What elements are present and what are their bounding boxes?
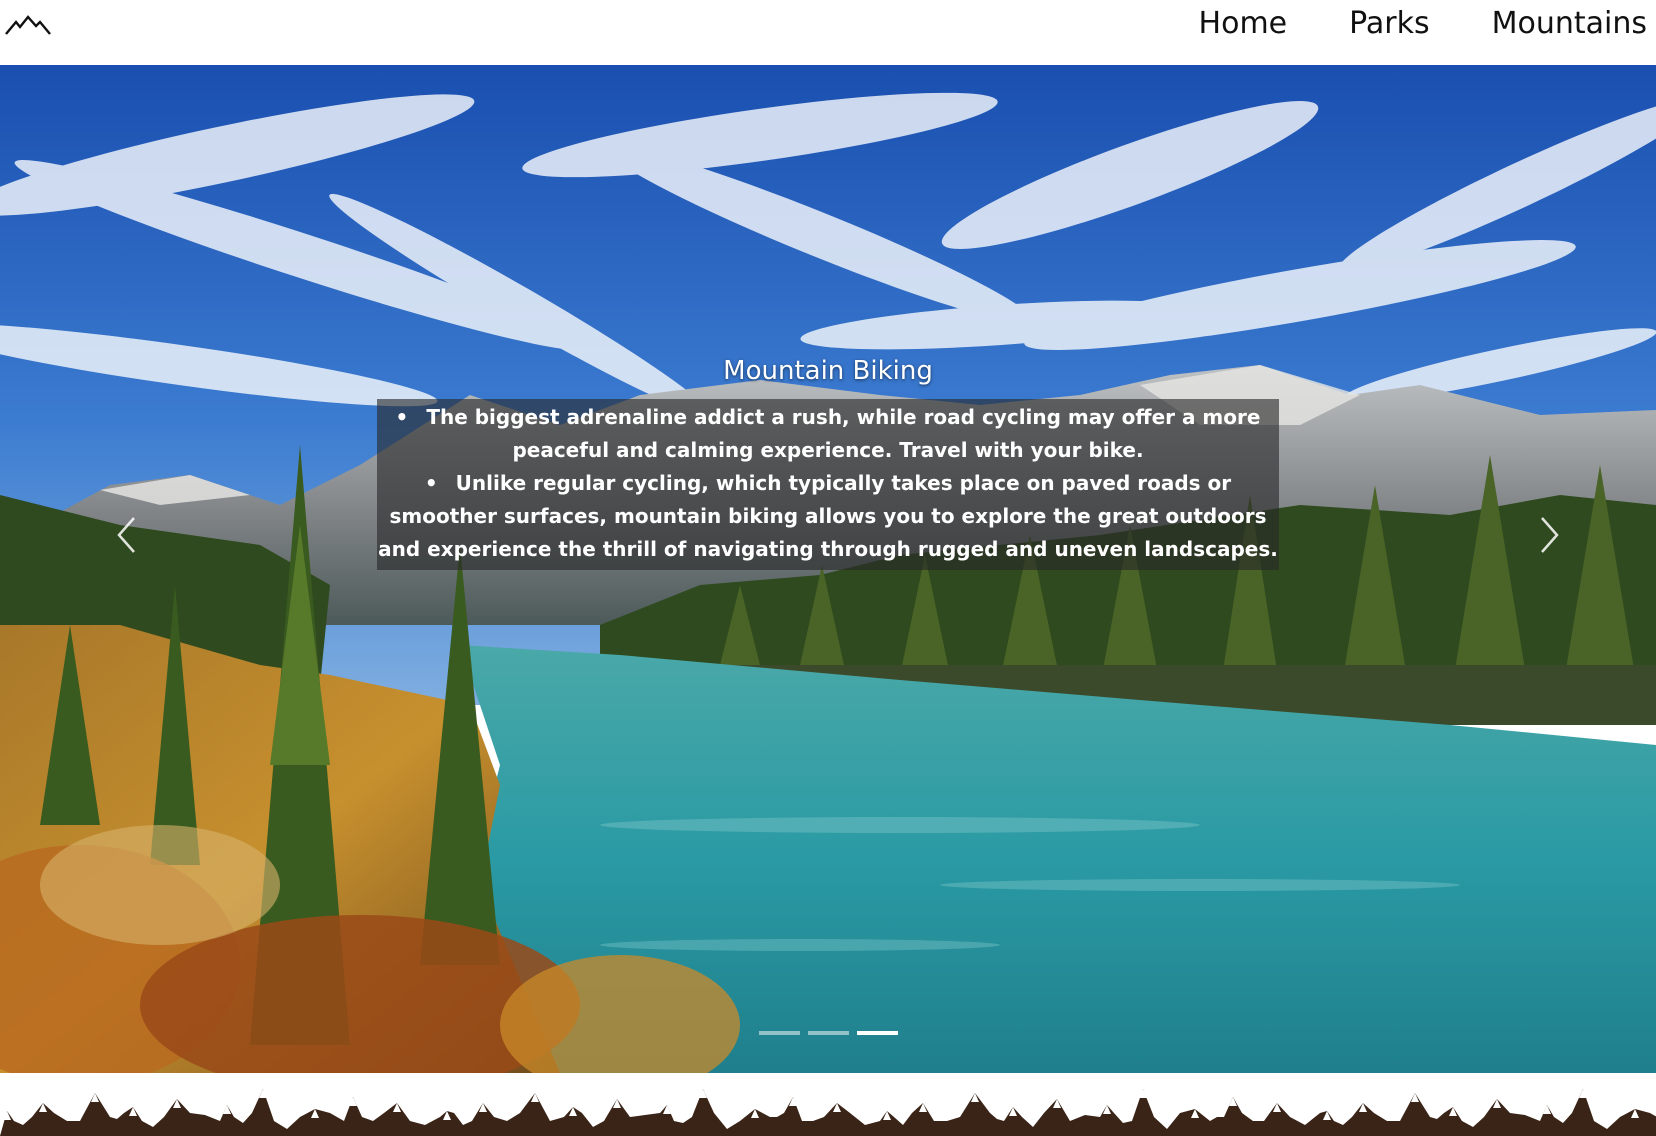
carousel-caption-list: The biggest adrenaline addict a rush, wh…	[377, 401, 1279, 566]
caption-bullet-1: The biggest adrenaline addict a rush, wh…	[377, 401, 1279, 467]
carousel-indicator-2[interactable]	[807, 1031, 849, 1035]
nav-link-home[interactable]: Home	[1199, 0, 1309, 48]
caption-bullet-2: Unlike regular cycling, which typically …	[377, 467, 1279, 566]
carousel-next-button[interactable]	[1520, 505, 1580, 565]
navbar: Home Parks Mountains	[0, 0, 1656, 65]
mountain-logo-icon[interactable]	[4, 14, 52, 38]
hero-carousel: Mountain Biking The biggest adrenaline a…	[0, 65, 1656, 1073]
nav-links: Home Parks Mountains	[1199, 0, 1656, 48]
chevron-right-icon	[1541, 517, 1559, 553]
carousel-caption-box: The biggest adrenaline addict a rush, wh…	[377, 399, 1279, 570]
chevron-left-icon	[117, 517, 135, 553]
carousel-indicators	[0, 1031, 1656, 1035]
carousel-indicator-1[interactable]	[758, 1031, 800, 1035]
nav-link-parks[interactable]: Parks	[1308, 0, 1450, 48]
carousel-prev-button[interactable]	[96, 505, 156, 565]
carousel-caption-title: Mountain Biking	[723, 356, 933, 386]
nav-link-mountains[interactable]: Mountains	[1451, 0, 1656, 48]
carousel-caption: Mountain Biking The biggest adrenaline a…	[0, 347, 1656, 570]
carousel-indicator-3[interactable]	[856, 1031, 898, 1035]
mountain-range-border	[0, 1073, 1656, 1136]
